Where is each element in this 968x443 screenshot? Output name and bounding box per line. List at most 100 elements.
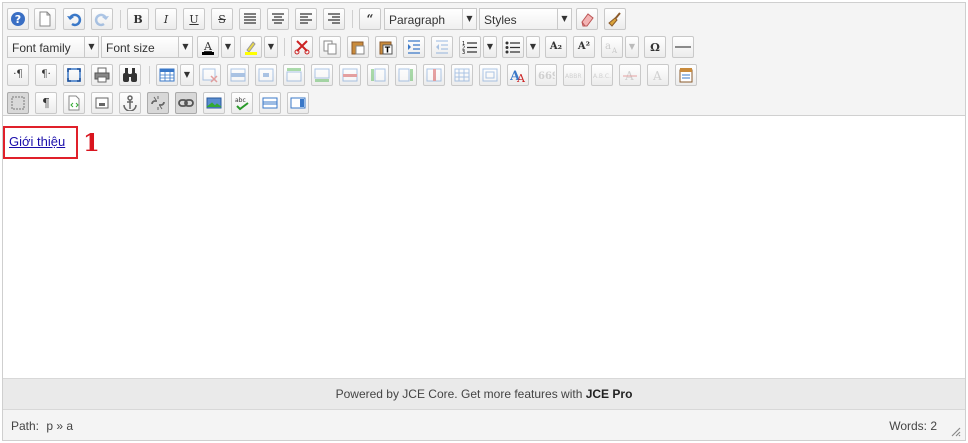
horizontal-rule-button[interactable] — [672, 36, 694, 58]
strikethrough-button[interactable]: S — [211, 8, 233, 30]
abbr-button[interactable]: ABBR — [563, 64, 585, 86]
delete-col-button[interactable] — [423, 64, 445, 86]
anchor-button[interactable] — [119, 92, 141, 114]
row-before-button[interactable] — [283, 64, 305, 86]
del-button[interactable]: A — [619, 64, 641, 86]
styles-select[interactable]: Styles ▼ — [479, 8, 572, 30]
spellcheck-button[interactable]: abc — [231, 92, 253, 114]
print-button[interactable] — [91, 64, 113, 86]
visual-aid-button[interactable] — [7, 92, 29, 114]
style-props-button[interactable]: AA — [507, 64, 529, 86]
font-color-dropdown[interactable]: ▼ — [221, 36, 235, 58]
attributes-button[interactable] — [675, 64, 697, 86]
fullscreen-button[interactable] — [63, 64, 85, 86]
abbr-icon: ABBR — [565, 73, 582, 79]
outdent-icon — [436, 40, 448, 54]
indent-button[interactable] — [403, 36, 425, 58]
copy-button[interactable] — [319, 36, 341, 58]
underline-button[interactable]: U — [183, 8, 205, 30]
svg-text:abc: abc — [235, 97, 246, 104]
show-blocks-button[interactable]: ¶ — [35, 92, 57, 114]
italic-button[interactable]: I — [155, 8, 177, 30]
redo-button[interactable] — [91, 8, 113, 30]
font-color-button[interactable]: A — [197, 36, 219, 58]
horizontal-panel-button[interactable] — [259, 92, 281, 114]
character-map-ab-button[interactable]: aA — [601, 36, 623, 58]
bullet-list-dropdown[interactable]: ▼ — [526, 36, 540, 58]
path-value[interactable]: p » a — [46, 419, 73, 433]
table-row-props-button[interactable] — [227, 64, 249, 86]
delete-row-button[interactable] — [339, 64, 361, 86]
highlight-color-button[interactable] — [240, 36, 262, 58]
link-button[interactable] — [175, 92, 197, 114]
new-document-button[interactable] — [34, 8, 56, 30]
article-icon — [290, 97, 306, 109]
insert-block-button[interactable] — [91, 92, 113, 114]
unlink-button[interactable] — [147, 92, 169, 114]
help-button[interactable]: ? — [7, 8, 29, 30]
merge-cells-icon — [482, 68, 498, 82]
numbered-list-dropdown[interactable]: ▼ — [483, 36, 497, 58]
align-right-button[interactable] — [323, 8, 345, 30]
delete-table-button[interactable] — [199, 64, 221, 86]
split-cells-icon — [454, 68, 470, 82]
insert-table-button[interactable] — [156, 64, 178, 86]
acronym-button[interactable]: A.B.C. — [591, 64, 613, 86]
justify-full-button[interactable] — [239, 8, 261, 30]
annotation-marker: 1 — [83, 128, 100, 157]
numbered-list-button[interactable]: 123 — [459, 36, 481, 58]
charmap-button[interactable]: Ω — [644, 36, 666, 58]
cut-button[interactable] — [291, 36, 313, 58]
source-code-button[interactable] — [63, 92, 85, 114]
resize-handle-icon[interactable] — [949, 425, 961, 437]
row-after-button[interactable] — [311, 64, 333, 86]
superscript-button[interactable]: A² — [573, 36, 595, 58]
article-button[interactable] — [287, 92, 309, 114]
undo-button[interactable] — [63, 8, 85, 30]
paste-button[interactable] — [347, 36, 369, 58]
highlight-color-dropdown[interactable]: ▼ — [264, 36, 278, 58]
toolbar-row-3: ·¶ ¶· ▼ A A 66 ABBR A.B.C. A A — [3, 62, 965, 88]
paste-text-button[interactable]: T — [375, 36, 397, 58]
outdent-button[interactable] — [431, 36, 453, 58]
ins-button[interactable]: A — [647, 64, 669, 86]
blockquote-button[interactable]: “ — [359, 8, 381, 30]
indent-icon — [408, 40, 420, 54]
ins-icon: A — [652, 69, 662, 83]
editor-content-area[interactable]: Giới thiệu 1 — [3, 116, 965, 378]
align-center-button[interactable] — [267, 8, 289, 30]
table-cell-props-button[interactable] — [255, 64, 277, 86]
search-replace-button[interactable] — [119, 64, 141, 86]
del-icon: A — [623, 69, 637, 83]
rtl-button[interactable]: ¶· — [35, 64, 57, 86]
col-before-button[interactable] — [367, 64, 389, 86]
subscript-button[interactable]: A₂ — [545, 36, 567, 58]
delete-row-icon — [342, 68, 358, 82]
merge-cells-button[interactable] — [479, 64, 501, 86]
table-dropdown[interactable]: ▼ — [180, 64, 194, 86]
link-gioi-thieu[interactable]: Giới thiệu — [9, 134, 65, 149]
image-button[interactable] — [203, 92, 225, 114]
ltr-button[interactable]: ·¶ — [7, 64, 29, 86]
link-icon — [178, 99, 194, 107]
cite-button[interactable]: 6699 — [535, 64, 557, 86]
split-cells-button[interactable] — [451, 64, 473, 86]
highlighter-icon — [245, 41, 257, 55]
bold-button[interactable]: B — [127, 8, 149, 30]
svg-text:?: ? — [15, 13, 21, 26]
bullet-list-button[interactable] — [502, 36, 524, 58]
cleanup-button[interactable] — [604, 8, 626, 30]
quote-icon: 6699 — [538, 71, 555, 80]
align-right-icon — [328, 13, 340, 24]
col-after-button[interactable] — [395, 64, 417, 86]
col-after-icon — [398, 68, 413, 82]
letter-spacing-dropdown[interactable]: ▼ — [625, 36, 639, 58]
align-left-button[interactable] — [295, 8, 317, 30]
remove-format-button[interactable] — [576, 8, 598, 30]
font-size-select[interactable]: Font size ▼ — [101, 36, 193, 58]
font-size-select-value: Font size — [106, 41, 155, 55]
toolbar-separator — [120, 10, 121, 28]
format-select[interactable]: Paragraph ▼ — [384, 8, 477, 30]
font-family-select[interactable]: Font family ▼ — [7, 36, 99, 58]
jce-pro-link[interactable]: JCE Pro — [586, 387, 633, 401]
